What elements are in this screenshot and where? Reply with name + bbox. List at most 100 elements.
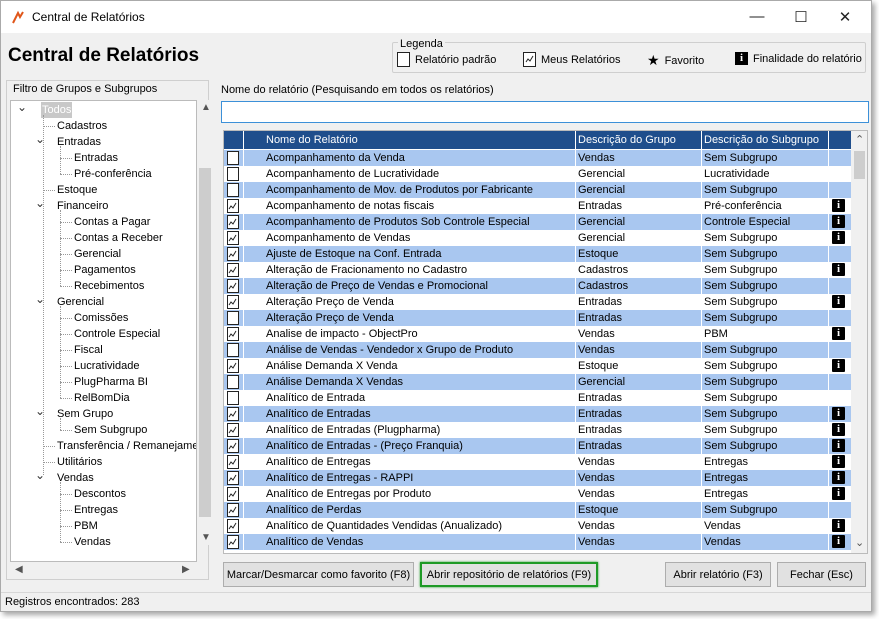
info-icon[interactable]: i — [832, 519, 845, 532]
tree-node[interactable]: Entradas — [74, 150, 118, 166]
table-row[interactable]: Alteração Preço de Venda Entradas Sem Subg… — [224, 310, 851, 326]
tree-node[interactable]: Sem Subgrupo — [74, 422, 147, 438]
open-repository-button[interactable]: Abrir repositório de relatórios (F9) — [420, 562, 598, 587]
open-report-button[interactable]: Abrir relatório (F3) — [665, 562, 771, 587]
tree-horizontal-scrollbar[interactable]: ◀ ▶ — [10, 562, 197, 578]
tree-node[interactable]: Entradas — [57, 134, 101, 150]
scrollbar-thumb[interactable] — [854, 151, 865, 179]
info-icon[interactable]: i — [832, 439, 845, 452]
tree-node[interactable]: Pré-conferência — [74, 166, 152, 182]
tree-node[interactable]: Contas a Pagar — [74, 214, 150, 230]
tree-node[interactable]: Lucratividade — [74, 358, 139, 374]
tree-node[interactable]: Vendas — [57, 470, 94, 486]
tree-node[interactable]: Estoque — [57, 182, 97, 198]
close-button[interactable]: Fechar (Esc) — [777, 562, 866, 587]
table-row[interactable]: Analítico de Entradas (Plugpharma) Entrad… — [224, 422, 851, 438]
table-row[interactable]: Acompanhamento da Venda Vendas Sem Subgrup… — [224, 150, 851, 166]
scroll-right-icon[interactable]: ▶ — [182, 564, 190, 575]
tree-node[interactable]: Pagamentos — [74, 262, 136, 278]
table-row[interactable]: Análise Demanda X Venda Estoque Sem Subgru… — [224, 358, 851, 374]
tree-node[interactable]: Cadastros — [57, 118, 107, 134]
info-icon[interactable]: i — [832, 423, 845, 436]
tree-node[interactable]: Vendas — [74, 534, 111, 550]
column-header-subgroup[interactable]: Descrição do Subgrupo — [704, 134, 819, 146]
chart-document-icon — [227, 423, 239, 437]
tree-node[interactable]: Entregas — [74, 502, 118, 518]
cell-group: Vendas — [578, 456, 615, 468]
column-header-name[interactable]: Nome do Relatório — [266, 134, 358, 146]
table-row[interactable]: Análise Demanda X Vendas Gerencial Sem Sub… — [224, 374, 851, 390]
info-icon[interactable]: i — [832, 327, 845, 340]
tree-node[interactable]: Utilitários — [57, 454, 102, 470]
cell-name: Análise Demanda X Vendas — [266, 376, 403, 388]
table-row[interactable]: Analise de impacto - ObjectPro Vendas PBM i — [224, 326, 851, 342]
close-window-button[interactable]: ✕ — [823, 1, 867, 32]
scroll-left-icon[interactable]: ◀ — [15, 564, 23, 575]
info-icon[interactable]: i — [832, 263, 845, 276]
tree-vertical-scrollbar[interactable]: ▲ ▼ — [197, 100, 213, 545]
table-row[interactable]: Analítico de Entradas - (Preço Franquia)… — [224, 438, 851, 454]
tree-expand-toggle-icon[interactable]: ⌄ — [17, 101, 27, 113]
tree-node[interactable]: Sem Grupo — [57, 406, 113, 422]
cell-subgroup: Pré-conferência — [704, 200, 782, 212]
info-icon[interactable]: i — [832, 535, 845, 548]
table-row[interactable]: Acompanhamento de notas fiscais Entradas P… — [224, 198, 851, 214]
scroll-up-icon[interactable]: ⌃ — [855, 133, 864, 146]
tree-node[interactable]: PlugPharma BI — [74, 374, 148, 390]
table-row[interactable]: Analítico de Quantidades Vendidas (Anual… — [224, 518, 851, 534]
table-row[interactable]: Analítico de Vendas Vendas Vendas i — [224, 534, 851, 550]
tree-node[interactable]: Controle Especial — [74, 326, 160, 342]
table-row[interactable]: Acompanhamento de Lucratividade Gerencial… — [224, 166, 851, 182]
cell-name: Analítico de Quantidades Vendidas (Anual… — [266, 520, 503, 532]
tree-node[interactable]: RelBomDia — [74, 390, 130, 406]
info-icon[interactable]: i — [832, 455, 845, 468]
tree-node[interactable]: Fiscal — [74, 342, 103, 358]
minimize-button[interactable]: — — [735, 1, 779, 32]
info-icon[interactable]: i — [832, 487, 845, 500]
tree-node[interactable]: Gerencial — [57, 294, 104, 310]
tree-node[interactable]: Transferência / Remanejame — [57, 438, 196, 454]
table-row[interactable]: Analítico de Perdas Estoque Sem Subgrupo — [224, 502, 851, 518]
info-icon[interactable]: i — [832, 295, 845, 308]
maximize-button[interactable]: ☐ — [779, 1, 823, 32]
table-row[interactable]: Acompanhamento de Produtos Sob Controle … — [224, 214, 851, 230]
tree-node[interactable]: Contas a Receber — [74, 230, 163, 246]
cell-name: Alteração de Fracionamento no Cadastro — [266, 264, 468, 276]
column-divider — [575, 131, 576, 553]
info-icon[interactable]: i — [832, 471, 845, 484]
info-icon[interactable]: i — [832, 199, 845, 212]
column-header-group[interactable]: Descrição do Grupo — [578, 134, 676, 146]
info-icon[interactable]: i — [832, 407, 845, 420]
table-row[interactable]: Analítico de Entregas por Produto Vendas E… — [224, 486, 851, 502]
tree-node[interactable]: PBM — [74, 518, 98, 534]
table-row[interactable]: Ajuste de Estoque na Conf. Entrada Estoqu… — [224, 246, 851, 262]
table-row[interactable]: Acompanhamento de Vendas Gerencial Sem Sub… — [224, 230, 851, 246]
report-search-input[interactable] — [221, 101, 869, 123]
scrollbar-thumb[interactable] — [199, 168, 211, 517]
tree-node[interactable]: Descontos — [74, 486, 126, 502]
tree-node[interactable]: Comissões — [74, 310, 128, 326]
tree-node[interactable]: Gerencial — [74, 246, 121, 262]
tree-connector — [60, 286, 72, 287]
table-row[interactable]: Analítico de Entradas Entradas Sem Subgrup… — [224, 406, 851, 422]
tree-node[interactable]: Todos — [41, 102, 73, 118]
tree-node[interactable]: Recebimentos — [74, 278, 144, 294]
table-row[interactable]: Acompanhamento de Mov. de Produtos por F… — [224, 182, 851, 198]
toggle-favorite-button[interactable]: Marcar/Desmarcar como favorito (F8) — [223, 562, 414, 587]
table-header: Nome do Relatório Descrição do Grupo Des… — [224, 131, 851, 149]
table-row[interactable]: Alteração Preço de Venda Entradas Sem Subg… — [224, 294, 851, 310]
table-row[interactable]: Analítico de Entregas - RAPPI Vendas Entre… — [224, 470, 851, 486]
table-row[interactable]: Análise de Vendas - Vendedor x Grupo de … — [224, 342, 851, 358]
scroll-up-icon[interactable]: ▲ — [201, 102, 211, 113]
table-vertical-scrollbar[interactable]: ⌃ ⌄ — [851, 131, 867, 553]
tree-node[interactable]: Financeiro — [57, 198, 108, 214]
table-row[interactable]: Alteração de Fracionamento no Cadastro Ca… — [224, 262, 851, 278]
info-icon[interactable]: i — [832, 359, 845, 372]
table-row[interactable]: Analítico de Entrada Entradas Sem Subgrupo — [224, 390, 851, 406]
table-row[interactable]: Alteração de Preço de Vendas e Promocion… — [224, 278, 851, 294]
info-icon[interactable]: i — [832, 215, 845, 228]
table-row[interactable]: Analítico de Entregas Vendas Entregas i — [224, 454, 851, 470]
scroll-down-icon[interactable]: ▼ — [201, 532, 211, 543]
info-icon[interactable]: i — [832, 231, 845, 244]
scroll-down-icon[interactable]: ⌄ — [855, 536, 864, 549]
